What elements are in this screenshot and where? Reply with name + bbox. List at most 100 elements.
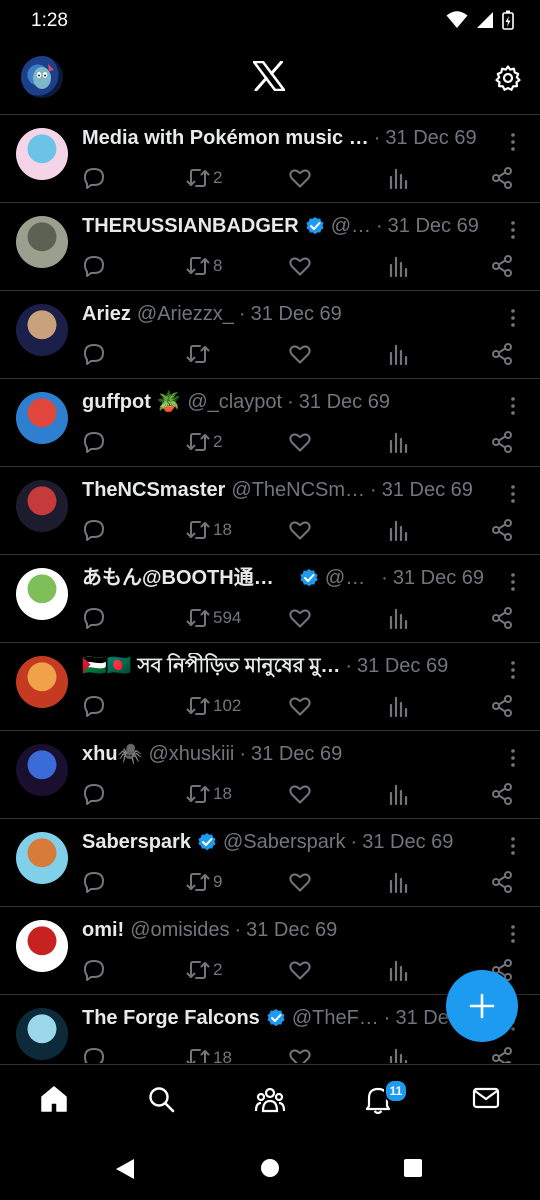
views-button[interactable] [388, 1045, 410, 1063]
post-row[interactable]: あもん@BOOTH通販中 @a… · 31 Dec 69 594 [0, 555, 540, 643]
communities-icon[interactable] [254, 1085, 286, 1113]
author-avatar[interactable] [16, 392, 68, 444]
more-options-icon[interactable] [510, 484, 516, 504]
author-avatar[interactable] [16, 304, 68, 356]
like-button[interactable] [288, 517, 312, 543]
post-row[interactable]: 🇵🇸🇧🇩 সব নিপীড়িত মানুষের মু… · 31 Dec 69 10… [0, 643, 540, 731]
author-name[interactable]: Ariez [82, 301, 131, 327]
author-handle[interactable]: @… [331, 213, 371, 239]
author-avatar[interactable] [16, 480, 68, 532]
author-name[interactable]: TheNCSmaster [82, 477, 225, 503]
repost-button[interactable]: 2 [185, 165, 222, 191]
more-options-icon[interactable] [510, 308, 516, 328]
author-handle[interactable]: @omisides [130, 917, 229, 943]
like-button[interactable] [288, 429, 312, 455]
reply-button[interactable] [82, 605, 106, 631]
views-button[interactable] [388, 517, 410, 543]
views-button[interactable] [388, 693, 410, 719]
author-name[interactable]: Saberspark [82, 829, 191, 855]
author-name[interactable]: guffpot 🪴 [82, 389, 181, 415]
share-button[interactable] [490, 869, 514, 895]
repost-button[interactable]: 2 [185, 957, 222, 983]
views-button[interactable] [388, 869, 410, 895]
share-button[interactable] [490, 253, 514, 279]
repost-button[interactable]: 594 [185, 605, 241, 631]
author-name[interactable]: 🇵🇸🇧🇩 সব নিপীড়িত মানুষের মু… [82, 653, 340, 679]
share-button[interactable] [490, 605, 514, 631]
author-avatar[interactable] [16, 1008, 68, 1060]
post-row[interactable]: Saberspark @Saberspark · 31 Dec 69 9 [0, 819, 540, 907]
post-row[interactable]: Media with Pokémon music … · 31 Dec 69 2 [0, 115, 540, 203]
back-triangle-icon[interactable] [115, 1158, 135, 1180]
views-button[interactable] [388, 781, 410, 807]
more-options-icon[interactable] [510, 132, 516, 152]
reply-button[interactable] [82, 165, 106, 191]
views-button[interactable] [388, 341, 410, 367]
repost-button[interactable]: 18 [185, 517, 232, 543]
share-button[interactable] [490, 517, 514, 543]
repost-button[interactable]: 2 [185, 429, 222, 455]
repost-button[interactable]: 8 [185, 253, 222, 279]
messages-mail-icon[interactable] [472, 1085, 500, 1111]
more-options-icon[interactable] [510, 924, 516, 944]
settings-gear-icon[interactable] [494, 64, 522, 92]
reply-button[interactable] [82, 517, 106, 543]
like-button[interactable] [288, 253, 312, 279]
reply-button[interactable] [82, 693, 106, 719]
repost-button[interactable]: 102 [185, 693, 241, 719]
author-avatar[interactable] [16, 656, 68, 708]
author-name[interactable]: xhu🕷️ [82, 741, 142, 767]
repost-button[interactable]: 18 [185, 781, 232, 807]
like-button[interactable] [288, 1045, 312, 1063]
share-button[interactable] [490, 693, 514, 719]
views-button[interactable] [388, 605, 410, 631]
author-avatar[interactable] [16, 920, 68, 972]
views-button[interactable] [388, 429, 410, 455]
like-button[interactable] [288, 341, 312, 367]
like-button[interactable] [288, 693, 312, 719]
account-avatar[interactable] [21, 56, 63, 98]
author-handle[interactable]: @xhuskiii [148, 741, 234, 767]
post-row[interactable]: THERUSSIANBADGER @… · 31 Dec 69 8 [0, 203, 540, 291]
reply-button[interactable] [82, 429, 106, 455]
author-name[interactable]: Media with Pokémon music … [82, 125, 369, 151]
like-button[interactable] [288, 165, 312, 191]
author-handle[interactable]: @Saberspark [223, 829, 346, 855]
more-options-icon[interactable] [510, 572, 516, 592]
views-button[interactable] [388, 165, 410, 191]
more-options-icon[interactable] [510, 748, 516, 768]
reply-button[interactable] [82, 957, 106, 983]
views-button[interactable] [388, 253, 410, 279]
author-handle[interactable]: @TheNCSm… [231, 477, 365, 503]
like-button[interactable] [288, 781, 312, 807]
author-name[interactable]: あもん@BOOTH通販中 [82, 565, 293, 591]
like-button[interactable] [288, 869, 312, 895]
timeline-feed[interactable]: Media with Pokémon music … · 31 Dec 69 2 THE… [0, 115, 540, 1063]
recents-square-icon[interactable] [403, 1158, 423, 1178]
share-button[interactable] [490, 781, 514, 807]
views-button[interactable] [388, 957, 410, 983]
search-icon[interactable] [147, 1085, 175, 1113]
author-name[interactable]: omi! [82, 917, 124, 943]
home-circle-icon[interactable] [260, 1158, 280, 1178]
author-avatar[interactable] [16, 744, 68, 796]
author-avatar[interactable] [16, 128, 68, 180]
reply-button[interactable] [82, 869, 106, 895]
post-row[interactable]: Ariez @Ariezzx_ · 31 Dec 69 [0, 291, 540, 379]
author-handle[interactable]: @_claypot [187, 389, 282, 415]
more-options-icon[interactable] [510, 220, 516, 240]
share-button[interactable] [490, 1045, 514, 1063]
repost-button[interactable]: 9 [185, 869, 222, 895]
author-avatar[interactable] [16, 216, 68, 268]
post-row[interactable]: xhu🕷️ @xhuskiii · 31 Dec 69 18 [0, 731, 540, 819]
reply-button[interactable] [82, 253, 106, 279]
share-button[interactable] [490, 341, 514, 367]
repost-button[interactable]: 18 [185, 1045, 232, 1063]
author-handle[interactable]: @Ariezzx_ [137, 301, 234, 327]
home-icon[interactable] [40, 1085, 68, 1113]
compose-post-button[interactable] [446, 970, 518, 1042]
reply-button[interactable] [82, 1045, 106, 1063]
more-options-icon[interactable] [510, 836, 516, 856]
repost-button[interactable] [185, 341, 213, 367]
share-button[interactable] [490, 165, 514, 191]
